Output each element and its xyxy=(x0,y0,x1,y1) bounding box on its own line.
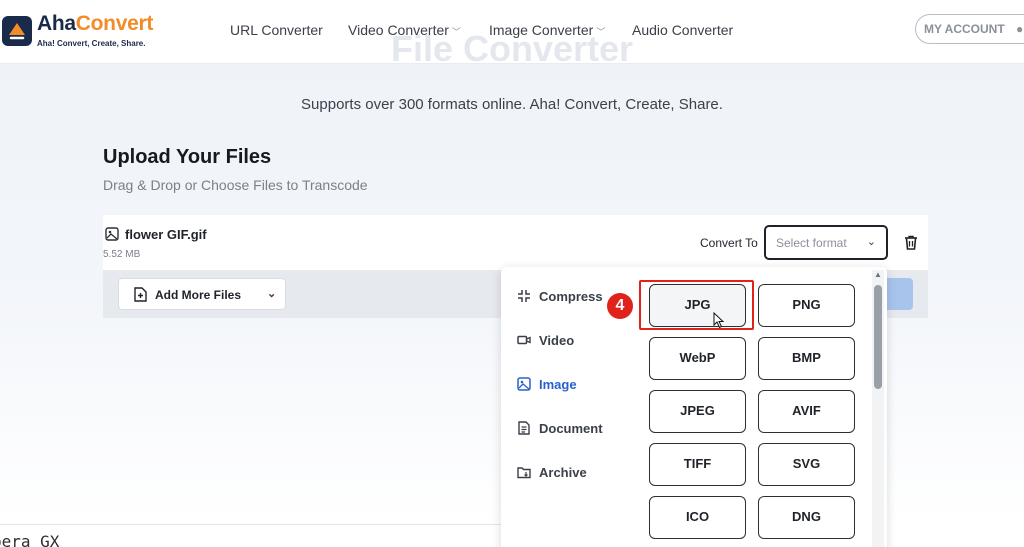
add-more-label: Add More Files xyxy=(155,288,242,302)
site-logo[interactable]: AhaConvert Aha! Convert, Create, Share. xyxy=(0,8,180,52)
file-name: flower GIF.gif xyxy=(125,227,207,242)
step-number-badge: 4 xyxy=(607,293,633,319)
upload-title: Upload Your Files xyxy=(103,146,272,168)
file-size: 5.52 MB xyxy=(103,249,141,260)
chevron-down-icon: ﹀ xyxy=(596,27,606,37)
nav-label: URL Converter xyxy=(230,22,323,38)
logo-wordmark: AhaConvert xyxy=(37,12,153,36)
image-icon xyxy=(517,377,531,391)
format-option-jpeg[interactable]: JPEG xyxy=(649,390,746,433)
format-option-ico[interactable]: ICO xyxy=(649,496,746,539)
image-file-icon xyxy=(105,227,119,241)
add-more-files-button[interactable]: Add More Files ⌄ xyxy=(118,278,286,310)
page-subtitle: Supports over 300 formats online. Aha! C… xyxy=(301,96,723,113)
logo-name-convert: Convert xyxy=(75,12,154,35)
category-label: Video xyxy=(539,333,575,348)
logo-tagline: Aha! Convert, Create, Share. xyxy=(37,39,146,48)
video-icon xyxy=(517,335,531,345)
scroll-up-arrow-icon[interactable]: ▲ xyxy=(873,270,883,280)
trash-icon[interactable] xyxy=(904,235,918,250)
category-label: Compress xyxy=(539,289,603,304)
category-label: Document xyxy=(539,421,603,436)
document-icon xyxy=(518,421,530,435)
footer-text: pera GX xyxy=(0,532,60,547)
chevron-down-icon: ﹀ xyxy=(451,27,461,37)
format-option-png[interactable]: PNG xyxy=(758,284,855,327)
annotation-highlight-box xyxy=(639,280,754,330)
scrollbar-thumb[interactable] xyxy=(874,285,882,389)
add-file-icon xyxy=(134,287,147,302)
archive-icon xyxy=(517,467,531,479)
my-account-button[interactable]: MY ACCOUNT ● xyxy=(915,14,1024,44)
top-navigation-bar: File Converter AhaConvert Aha! Convert, … xyxy=(0,0,1024,69)
format-select-placeholder: Select format xyxy=(776,236,847,250)
compress-icon xyxy=(518,290,530,302)
upload-subtitle: Drag & Drop or Choose Files to Transcode xyxy=(103,177,368,193)
logo-name-aha: Aha xyxy=(37,12,76,35)
mouse-cursor-icon xyxy=(713,312,725,329)
format-option-avif[interactable]: AVIF xyxy=(758,390,855,433)
format-select[interactable]: Select format ⌄ xyxy=(764,225,888,260)
chevron-down-icon: ⌄ xyxy=(866,236,876,248)
nav-image-converter[interactable]: Image Converter ﹀ xyxy=(489,22,605,38)
category-label: Archive xyxy=(539,465,587,480)
format-option-dng[interactable]: DNG xyxy=(758,496,855,539)
nav-video-converter[interactable]: Video Converter ﹀ xyxy=(348,22,461,38)
nav-label: Video Converter xyxy=(348,22,449,38)
format-option-tiff[interactable]: TIFF xyxy=(649,443,746,486)
chevron-down-icon: ⌄ xyxy=(267,288,277,300)
user-icon: ● xyxy=(1016,22,1024,36)
format-option-webp[interactable]: WebP xyxy=(649,337,746,380)
section-divider xyxy=(0,524,501,525)
category-label: Image xyxy=(539,377,577,392)
format-option-bmp[interactable]: BMP xyxy=(758,337,855,380)
account-label: MY ACCOUNT xyxy=(924,22,1005,36)
convert-to-label: Convert To xyxy=(700,236,758,250)
nav-url-converter[interactable]: URL Converter xyxy=(230,22,323,38)
nav-audio-converter[interactable]: Audio Converter xyxy=(632,22,733,38)
nav-label: Image Converter xyxy=(489,22,594,38)
format-option-svg[interactable]: SVG xyxy=(758,443,855,486)
nav-label: Audio Converter xyxy=(632,22,734,38)
logo-icon xyxy=(2,16,32,46)
